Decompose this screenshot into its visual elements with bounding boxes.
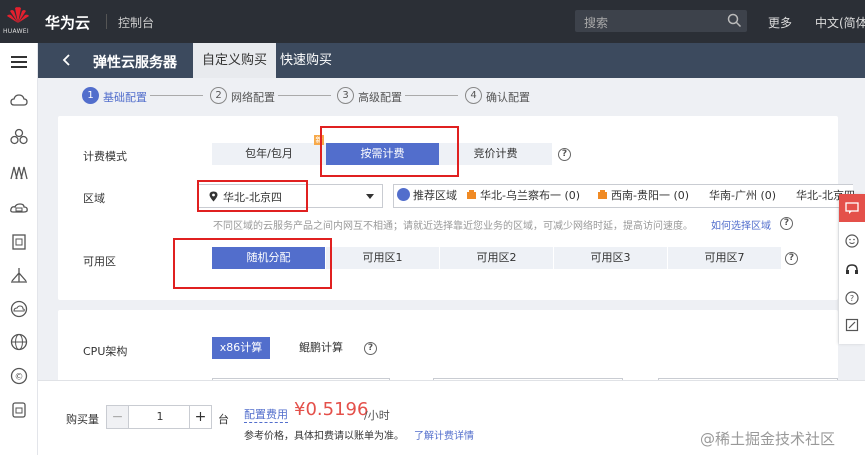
chip-label: 华南-广州 (0) (709, 189, 777, 202)
brand-name[interactable]: 华为云 (45, 12, 90, 33)
chip-label: 推荐区域 (413, 189, 457, 202)
step-label: 确认配置 (486, 91, 530, 104)
search-icon[interactable] (727, 13, 742, 28)
cloud-server-icon[interactable] (9, 91, 29, 111)
network-icon[interactable] (9, 266, 29, 286)
billing-help-icon[interactable]: ? (558, 148, 571, 161)
tab-quick-purchase[interactable]: 快速购买 (271, 43, 341, 78)
feedback-button[interactable] (839, 194, 865, 222)
annotation-box (320, 126, 459, 177)
step-label: 高级配置 (358, 91, 402, 104)
search-placeholder: 搜索 (584, 16, 609, 30)
az-7-option[interactable]: 可用区7 (668, 247, 781, 269)
az-2-option[interactable]: 可用区2 (440, 247, 553, 269)
reference-price-note: 参考价格，具体扣费请以账单为准。 (244, 431, 404, 442)
floating-toolbar: ? (839, 194, 865, 344)
database-icon[interactable] (9, 400, 29, 420)
billing-mode-label: 计费模式 (83, 150, 127, 163)
step-number: 4 (465, 87, 482, 104)
more-menu[interactable]: 更多 (768, 14, 792, 31)
step-label: 基础配置 (103, 91, 147, 104)
headset-icon[interactable] (845, 263, 859, 277)
globe-icon[interactable] (9, 332, 29, 352)
config-fee-label[interactable]: 配置费用 (244, 406, 288, 423)
price-unit: /小时 (364, 409, 390, 422)
image-service-icon[interactable] (9, 232, 29, 252)
region-help-icon[interactable]: ? (780, 217, 793, 230)
chat-icon (845, 202, 859, 214)
svg-text:?: ? (850, 294, 854, 303)
step-label: 网络配置 (231, 91, 275, 104)
step-indicator: 1 基础配置 2 网络配置 3 高级配置 4 确认配置 (38, 78, 865, 114)
cluster-icon[interactable] (9, 127, 29, 147)
region-building-icon (467, 190, 476, 199)
back-arrow-icon[interactable] (60, 52, 74, 68)
region-note: 不同区域的云服务产品之间内网互不相通；请就近选择靠近您业务的区域，可减少网络时延… (213, 221, 693, 232)
region-label: 区域 (83, 192, 105, 205)
step-number: 2 (210, 87, 227, 104)
quantity-unit: 台 (218, 413, 229, 426)
quantity-stepper: − 1 + (106, 405, 212, 429)
page-header: 弹性云服务器 自定义购买 快速购买 (38, 43, 865, 78)
cpu-x86-option[interactable]: x86计算 (212, 337, 270, 359)
annotation-box (197, 180, 308, 212)
az-label: 可用区 (83, 255, 116, 268)
step-number: 3 (337, 87, 354, 104)
billing-yearly-monthly-option[interactable]: 包年/包月 (212, 143, 326, 165)
region-building-icon (598, 190, 607, 199)
step-number: 1 (82, 87, 99, 104)
quantity-input[interactable]: 1 (129, 406, 191, 428)
price-value: ¥0.5196 (294, 399, 369, 420)
step-connector (278, 95, 331, 96)
svg-text:©: © (15, 373, 24, 383)
az-help-icon[interactable]: ? (785, 252, 798, 265)
left-rail: © (0, 43, 38, 455)
divider (106, 14, 107, 29)
chip-guangzhou[interactable]: 华南-广州 (0) (709, 185, 776, 207)
huawei-petals-icon (7, 7, 29, 23)
menu-icon[interactable] (9, 52, 29, 72)
chevron-down-icon (366, 194, 374, 199)
chip-label: 西南-贵阳一 (0) (611, 189, 690, 202)
bare-metal-icon[interactable] (9, 163, 29, 183)
cpu-card (58, 310, 838, 388)
page-title: 弹性云服务器 (93, 55, 177, 71)
cpu-help-icon[interactable]: ? (364, 342, 377, 355)
logo-text: HUAWEI (3, 28, 29, 35)
recommend-icon (397, 188, 410, 201)
chip-label: 华北-乌兰察布一 (0) (480, 189, 581, 202)
huawei-logo[interactable]: HUAWEI (0, 0, 37, 43)
watermark: @稀土掘金技术社区 (700, 430, 836, 448)
console-link[interactable]: 控制台 (118, 14, 154, 31)
annotation-box (173, 238, 332, 289)
az-3-option[interactable]: 可用区3 (554, 247, 667, 269)
billing-details-link[interactable]: 了解计费详情 (414, 427, 474, 442)
search-box[interactable]: 搜索 (575, 10, 747, 32)
cpu-arch-label: CPU架构 (83, 345, 128, 358)
increment-button[interactable]: + (189, 406, 211, 428)
az-1-option[interactable]: 可用区1 (326, 247, 439, 269)
edit-icon[interactable] (845, 318, 859, 332)
security-icon[interactable]: © (9, 366, 29, 386)
step-connector (150, 95, 203, 96)
cloud-icon[interactable] (9, 299, 29, 319)
chip-ulanqab[interactable]: 华北-乌兰察布一 (0) (466, 185, 580, 207)
language-menu[interactable]: 中文(简体 (815, 14, 865, 31)
chip-guiyang[interactable]: 西南-贵阳一 (0) (597, 185, 689, 207)
step-connector (405, 95, 458, 96)
top-bar: HUAWEI 华为云 控制台 搜索 更多 中文(简体 (0, 0, 865, 43)
decrement-button[interactable]: − (107, 406, 129, 428)
cpu-kunpeng-option[interactable]: 鲲鹏计算 (292, 337, 350, 359)
help-circle-icon[interactable]: ? (845, 291, 859, 305)
chip-recommended-region[interactable]: 推荐区域 (397, 185, 457, 207)
quantity-label: 购买量 (66, 413, 99, 426)
tab-custom-purchase[interactable]: 自定义购买 (193, 43, 277, 78)
how-to-choose-region-link[interactable]: 如何选择区域 (711, 217, 771, 232)
storage-icon[interactable] (9, 199, 29, 219)
smile-icon[interactable] (845, 234, 859, 248)
